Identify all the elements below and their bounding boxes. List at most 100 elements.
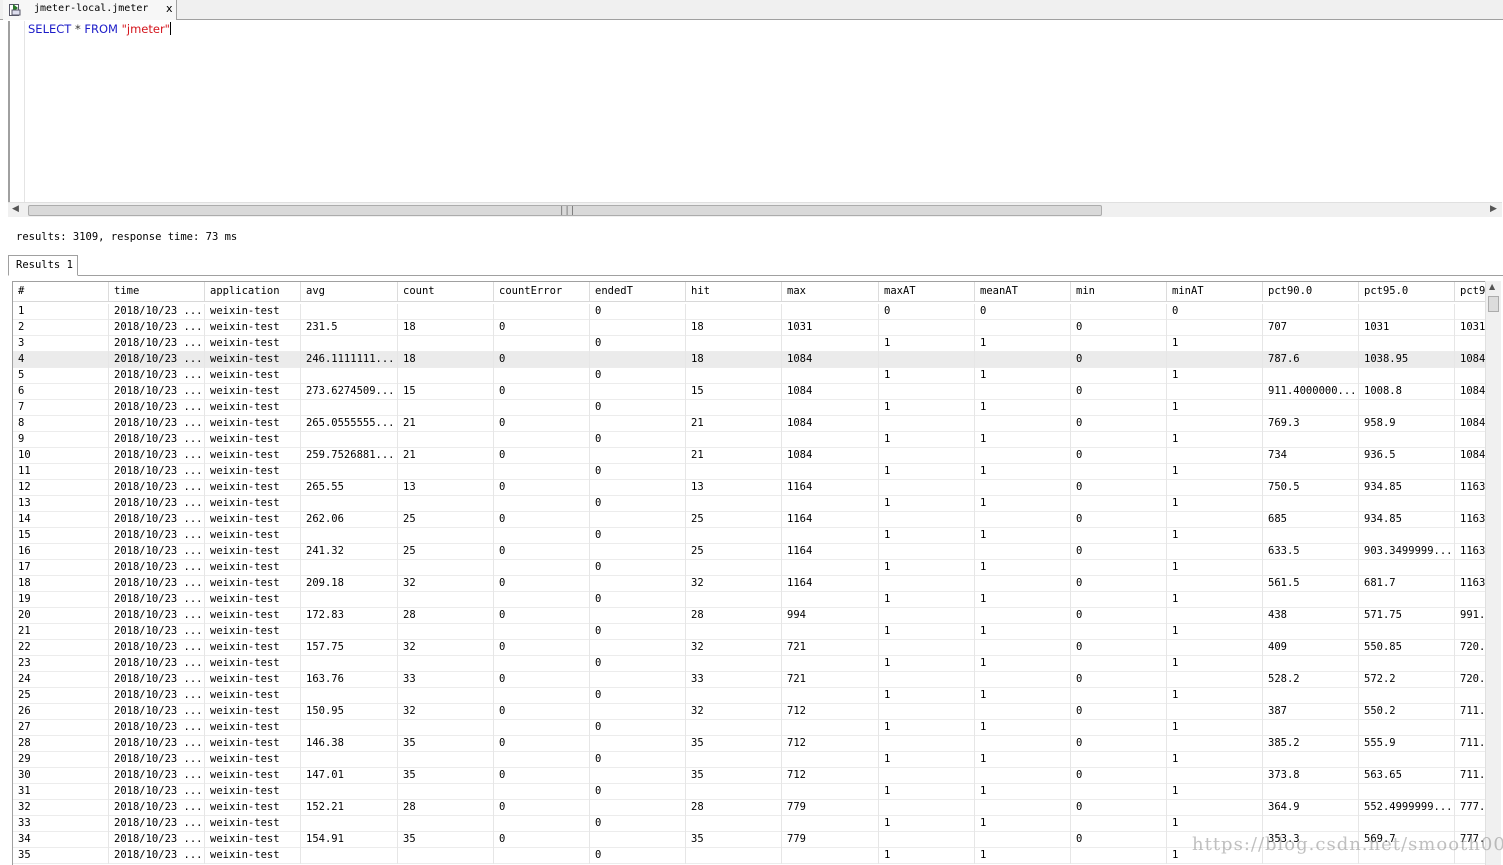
table-cell[interactable] [686, 336, 782, 352]
table-cell[interactable]: 146.38 [301, 736, 398, 752]
table-cell[interactable]: 1163 [1455, 512, 1487, 528]
column-header[interactable]: # [13, 282, 109, 301]
table-cell[interactable]: 1 [975, 784, 1071, 800]
table-cell[interactable]: 4 [13, 352, 109, 368]
table-cell[interactable] [590, 544, 686, 560]
table-cell[interactable]: 1084 [1455, 352, 1487, 368]
table-cell[interactable] [686, 304, 782, 320]
table-cell[interactable] [1263, 496, 1359, 512]
table-cell[interactable] [686, 528, 782, 544]
table-cell[interactable]: 633.5 [1263, 544, 1359, 560]
table-cell[interactable]: 2018/10/23 ... [109, 352, 205, 368]
table-cell[interactable]: 262.06 [301, 512, 398, 528]
table-cell[interactable]: weixin-test [205, 656, 301, 672]
table-cell[interactable] [1455, 464, 1487, 480]
table-row[interactable]: 23 2018/10/23 ... weixin-test 0 1 1 1 [13, 656, 1487, 672]
table-cell[interactable] [590, 416, 686, 432]
table-cell[interactable]: weixin-test [205, 768, 301, 784]
table-cell[interactable] [1167, 320, 1263, 336]
table-cell[interactable]: 10 [13, 448, 109, 464]
table-cell[interactable]: 1 [1167, 368, 1263, 384]
table-cell[interactable]: 0 [1071, 448, 1167, 464]
table-cell[interactable]: 2018/10/23 ... [109, 448, 205, 464]
table-cell[interactable] [1455, 720, 1487, 736]
table-cell[interactable]: 572.2 [1359, 672, 1455, 688]
table-cell[interactable]: 35 [686, 832, 782, 848]
table-cell[interactable] [590, 608, 686, 624]
table-cell[interactable]: 934.85 [1359, 512, 1455, 528]
table-cell[interactable] [1167, 384, 1263, 400]
table-cell[interactable] [494, 784, 590, 800]
table-cell[interactable]: 769.3 [1263, 416, 1359, 432]
table-cell[interactable]: 0 [590, 528, 686, 544]
table-cell[interactable]: 1 [1167, 784, 1263, 800]
table-cell[interactable] [590, 672, 686, 688]
table-cell[interactable] [398, 848, 494, 864]
table-cell[interactable]: 1 [879, 336, 975, 352]
table-cell[interactable] [1455, 656, 1487, 672]
table-cell[interactable]: 1 [879, 432, 975, 448]
table-cell[interactable]: 2018/10/23 ... [109, 336, 205, 352]
table-cell[interactable]: 27 [13, 720, 109, 736]
table-cell[interactable]: 681.7 [1359, 576, 1455, 592]
table-cell[interactable] [301, 752, 398, 768]
table-cell[interactable] [1167, 672, 1263, 688]
table-cell[interactable]: 0 [1071, 640, 1167, 656]
table-row[interactable]: 24 2018/10/23 ... weixin-test 163.76 33 0 33 72… [13, 672, 1487, 688]
table-cell[interactable] [398, 784, 494, 800]
table-cell[interactable] [686, 816, 782, 832]
table-cell[interactable] [590, 576, 686, 592]
table-cell[interactable]: 1 [1167, 688, 1263, 704]
table-cell[interactable] [1263, 304, 1359, 320]
table-cell[interactable] [686, 464, 782, 480]
table-cell[interactable] [301, 368, 398, 384]
table-cell[interactable] [494, 592, 590, 608]
table-cell[interactable] [590, 768, 686, 784]
table-cell[interactable] [1071, 464, 1167, 480]
table-cell[interactable]: 209.18 [301, 576, 398, 592]
table-cell[interactable] [1071, 752, 1167, 768]
table-cell[interactable] [782, 432, 879, 448]
table-cell[interactable] [398, 560, 494, 576]
table-cell[interactable] [398, 432, 494, 448]
table-cell[interactable]: weixin-test [205, 752, 301, 768]
table-cell[interactable]: 1 [1167, 592, 1263, 608]
table-cell[interactable] [1263, 592, 1359, 608]
table-cell[interactable] [1455, 784, 1487, 800]
table-row[interactable]: 16 2018/10/23 ... weixin-test 241.32 25 0 25 11… [13, 544, 1487, 560]
table-cell[interactable] [879, 800, 975, 816]
table-cell[interactable]: 0 [494, 800, 590, 816]
editor-tab[interactable]: jmeter-local.jmeter x [3, 0, 177, 20]
table-cell[interactable]: 2018/10/23 ... [109, 320, 205, 336]
table-cell[interactable]: 720. [1455, 640, 1487, 656]
table-cell[interactable]: 33 [13, 816, 109, 832]
table-cell[interactable]: 0 [494, 416, 590, 432]
table-cell[interactable] [494, 688, 590, 704]
column-header[interactable]: pct90.0 [1263, 282, 1359, 301]
table-cell[interactable]: 35 [13, 848, 109, 864]
table-cell[interactable]: 1 [1167, 624, 1263, 640]
table-cell[interactable] [975, 544, 1071, 560]
column-header[interactable]: application [205, 282, 301, 301]
table-cell[interactable]: 21 [13, 624, 109, 640]
table-cell[interactable]: 1 [1167, 400, 1263, 416]
table-cell[interactable] [975, 480, 1071, 496]
table-cell[interactable]: 0 [1071, 320, 1167, 336]
table-cell[interactable] [301, 528, 398, 544]
table-cell[interactable]: 18 [686, 352, 782, 368]
table-cell[interactable]: 0 [494, 320, 590, 336]
table-cell[interactable] [590, 320, 686, 336]
table-cell[interactable] [1359, 304, 1455, 320]
table-cell[interactable]: 1008.8 [1359, 384, 1455, 400]
table-cell[interactable]: 21 [686, 448, 782, 464]
table-row[interactable]: 25 2018/10/23 ... weixin-test 0 1 1 1 [13, 688, 1487, 704]
table-cell[interactable] [398, 528, 494, 544]
table-cell[interactable]: 958.9 [1359, 416, 1455, 432]
table-cell[interactable]: 0 [494, 832, 590, 848]
table-cell[interactable]: 163.76 [301, 672, 398, 688]
table-cell[interactable]: 385.2 [1263, 736, 1359, 752]
table-cell[interactable]: 154.91 [301, 832, 398, 848]
table-cell[interactable]: 0 [1071, 352, 1167, 368]
table-cell[interactable] [975, 384, 1071, 400]
table-cell[interactable]: 2018/10/23 ... [109, 560, 205, 576]
